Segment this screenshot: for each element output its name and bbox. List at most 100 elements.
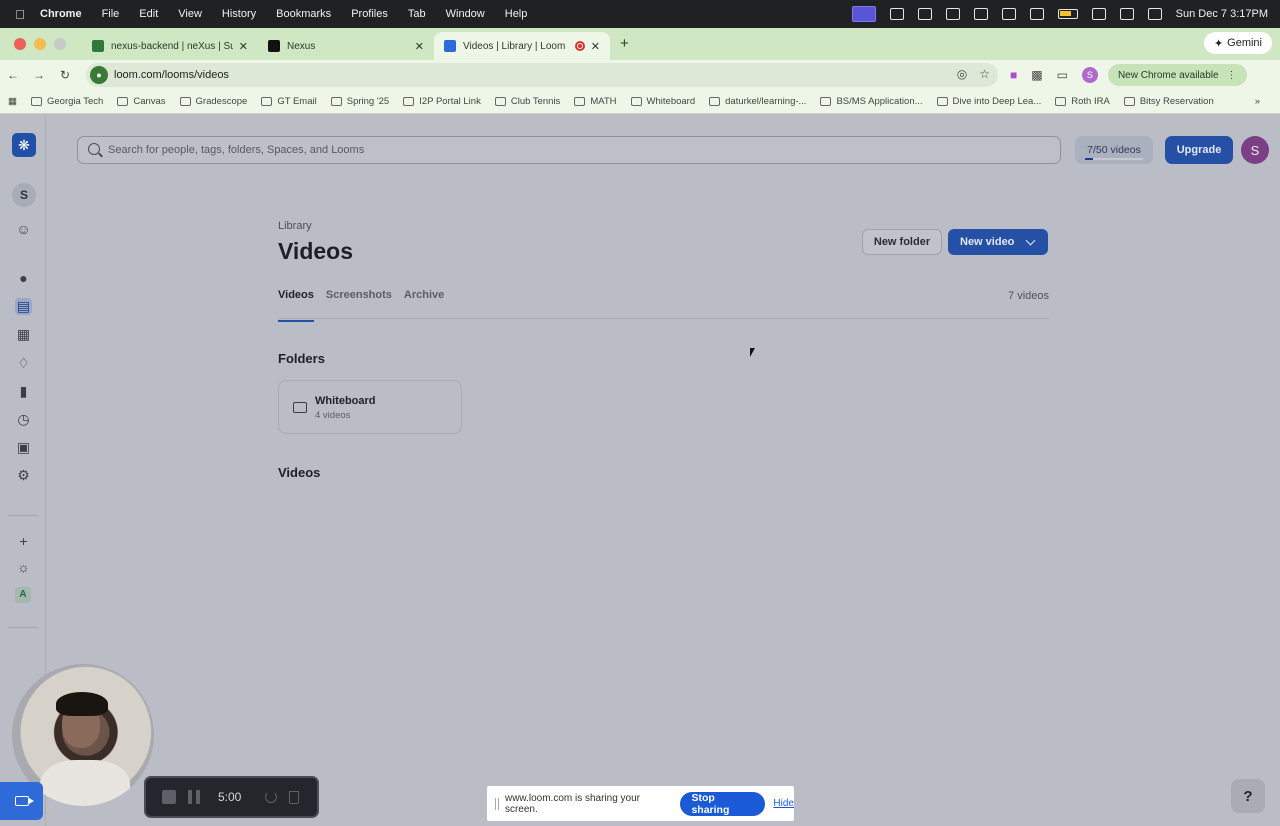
bell-icon[interactable]: ♢ — [15, 355, 32, 372]
menu-tab[interactable]: Tab — [408, 8, 426, 20]
bookmark-gt-email[interactable]: GT Email — [261, 96, 317, 107]
spotlight-search-icon[interactable] — [1119, 8, 1134, 20]
menu-bookmarks[interactable]: Bookmarks — [276, 8, 331, 20]
bookmark-i2p-portal[interactable]: I2P Portal Link — [403, 96, 481, 107]
trash-icon[interactable] — [289, 790, 300, 804]
bookmark-gradescope[interactable]: Gradescope — [179, 96, 247, 107]
gemini-button[interactable]: ✦ Gemini — [1203, 32, 1272, 54]
screen-share-icon[interactable] — [851, 6, 876, 22]
hide-link[interactable]: Hide — [773, 798, 794, 809]
apps-grid-icon[interactable]: ▦ — [8, 96, 17, 107]
library-icon[interactable]: ▤ — [15, 298, 32, 315]
camera-toggle-button[interactable] — [0, 782, 43, 820]
close-tab-icon[interactable]: ✕ — [415, 40, 424, 53]
box-icon[interactable] — [945, 8, 960, 20]
fork-icon[interactable] — [1001, 8, 1016, 20]
bookmark-whiteboard[interactable]: Whiteboard — [630, 96, 695, 107]
new-video-button[interactable]: New video — [948, 229, 1048, 255]
loom-logo-icon[interactable]: ❋ — [12, 133, 36, 157]
new-chrome-available-button[interactable]: New Chrome available ⋮ — [1107, 64, 1247, 86]
eye-slash-icon[interactable]: ◎ — [957, 67, 967, 81]
new-tab-button[interactable]: + — [610, 35, 639, 60]
forward-arrow-icon[interactable]: → — [26, 68, 52, 82]
add-space-icon[interactable]: + — [15, 533, 32, 550]
menu-view[interactable]: View — [178, 8, 202, 20]
folder-card-whiteboard[interactable]: Whiteboard 4 videos — [278, 380, 462, 434]
extensions-icon[interactable]: ▩ — [1031, 68, 1042, 82]
bookmark-roth-ira[interactable]: Roth IRA — [1055, 96, 1110, 107]
workspace-avatar[interactable]: S — [12, 183, 36, 207]
drag-handle-icon[interactable] — [495, 797, 499, 810]
canvas-icon — [117, 97, 129, 106]
control-center-icon[interactable] — [1147, 8, 1162, 20]
tab-nexus-backend[interactable]: nexus-backend | neXus | Sup ✕ — [82, 32, 258, 60]
bookmark-bsms-application[interactable]: BS/MS Application... — [820, 96, 923, 107]
kebab-menu-icon[interactable]: ⋮ — [1227, 70, 1237, 81]
apple-icon[interactable]:  — [0, 7, 40, 22]
bookmark-bitsy[interactable]: Bitsy Reservation — [1123, 96, 1214, 107]
back-arrow-icon[interactable]: ← — [0, 68, 26, 82]
menu-history[interactable]: History — [222, 8, 256, 20]
url-text[interactable]: loom.com/looms/videos — [114, 69, 229, 81]
restart-icon[interactable] — [265, 791, 278, 803]
bookmark-georgia-tech[interactable]: Georgia Tech — [30, 96, 103, 107]
tab-loom-videos[interactable]: Videos | Library | Loom ✕ — [434, 32, 610, 60]
bookmark-icon[interactable]: ▮ — [15, 383, 32, 400]
reload-icon[interactable]: ↻ — [52, 68, 78, 82]
close-window-button[interactable] — [14, 38, 26, 50]
menu-chrome[interactable]: Chrome — [40, 8, 82, 20]
new-folder-button[interactable]: New folder — [862, 229, 942, 255]
menu-bar-tray: Sun Dec 7 3:17PM — [851, 0, 1268, 28]
user-avatar[interactable]: S — [1241, 136, 1269, 164]
play-icon[interactable] — [1029, 8, 1044, 20]
menu-window[interactable]: Window — [446, 8, 485, 20]
gift-icon[interactable]: ▣ — [15, 439, 32, 456]
minimize-window-button[interactable] — [34, 38, 46, 50]
github-icon — [709, 97, 721, 106]
profile-avatar[interactable]: S — [1081, 67, 1098, 83]
pause-icon[interactable] — [188, 790, 200, 804]
zoom-window-button[interactable] — [54, 38, 66, 50]
close-tab-icon[interactable]: ✕ — [591, 40, 600, 53]
profile-icon[interactable]: ● — [15, 270, 32, 287]
extensions-area: ■ ▩ ▭ S — [1010, 67, 1098, 83]
more-bookmarks-icon[interactable]: » — [1255, 96, 1260, 107]
wifi-icon[interactable] — [1091, 8, 1106, 20]
side-panel-icon[interactable]: ▭ — [1057, 68, 1068, 82]
upgrade-button[interactable]: Upgrade — [1165, 136, 1233, 164]
extension-puzzle-colored-icon[interactable]: ■ — [1010, 68, 1017, 82]
v-app-icon[interactable] — [973, 8, 988, 20]
keyboard-icon[interactable] — [889, 8, 904, 20]
bookmark-deep-learning[interactable]: Dive into Deep Lea... — [936, 96, 1041, 107]
stop-sharing-button[interactable]: Stop sharing — [680, 791, 766, 816]
site-info-icon[interactable]: ● — [90, 66, 108, 84]
bookmark-star-icon[interactable]: ☆ — [979, 67, 990, 81]
help-button[interactable]: ? — [1231, 779, 1265, 813]
bookmark-canvas[interactable]: Canvas — [117, 96, 166, 107]
bookmark-math[interactable]: MATH — [574, 96, 617, 107]
video-quota-badge[interactable]: 7/50 videos — [1075, 136, 1153, 164]
bookmark-spring-25[interactable]: Spring '25 — [330, 96, 389, 107]
planet-icon[interactable]: ☼ — [15, 559, 32, 576]
menu-help[interactable]: Help — [505, 8, 528, 20]
battery-icon[interactable] — [1057, 9, 1078, 19]
menu-profiles[interactable]: Profiles — [351, 8, 388, 20]
menu-file[interactable]: File — [102, 8, 120, 20]
calendar-icon[interactable]: ▦ — [15, 326, 32, 343]
bookmark-club-tennis[interactable]: Club Tennis — [494, 96, 560, 107]
bookmark-learning[interactable]: daturkel/learning-... — [709, 96, 806, 107]
search-input[interactable]: Search for people, tags, folders, Spaces… — [77, 136, 1061, 164]
menu-edit[interactable]: Edit — [139, 8, 158, 20]
breadcrumb[interactable]: Library — [278, 220, 312, 232]
tab-nexus[interactable]: Nexus ✕ — [258, 32, 434, 60]
invite-user-icon[interactable]: ☺ — [15, 221, 32, 238]
space-avatar[interactable]: A — [15, 587, 31, 603]
address-bar[interactable]: ● loom.com/looms/videos ◎ ☆ — [86, 63, 998, 87]
chevron-down-icon[interactable] — [1025, 235, 1036, 246]
cloud-icon[interactable] — [917, 8, 932, 20]
settings-gear-icon[interactable]: ⚙ — [15, 467, 32, 484]
close-tab-icon[interactable]: ✕ — [239, 40, 248, 53]
menu-bar-clock[interactable]: Sun Dec 7 3:17PM — [1176, 8, 1268, 20]
stop-recording-icon[interactable] — [162, 790, 176, 804]
history-clock-icon[interactable]: ◷ — [15, 411, 32, 428]
